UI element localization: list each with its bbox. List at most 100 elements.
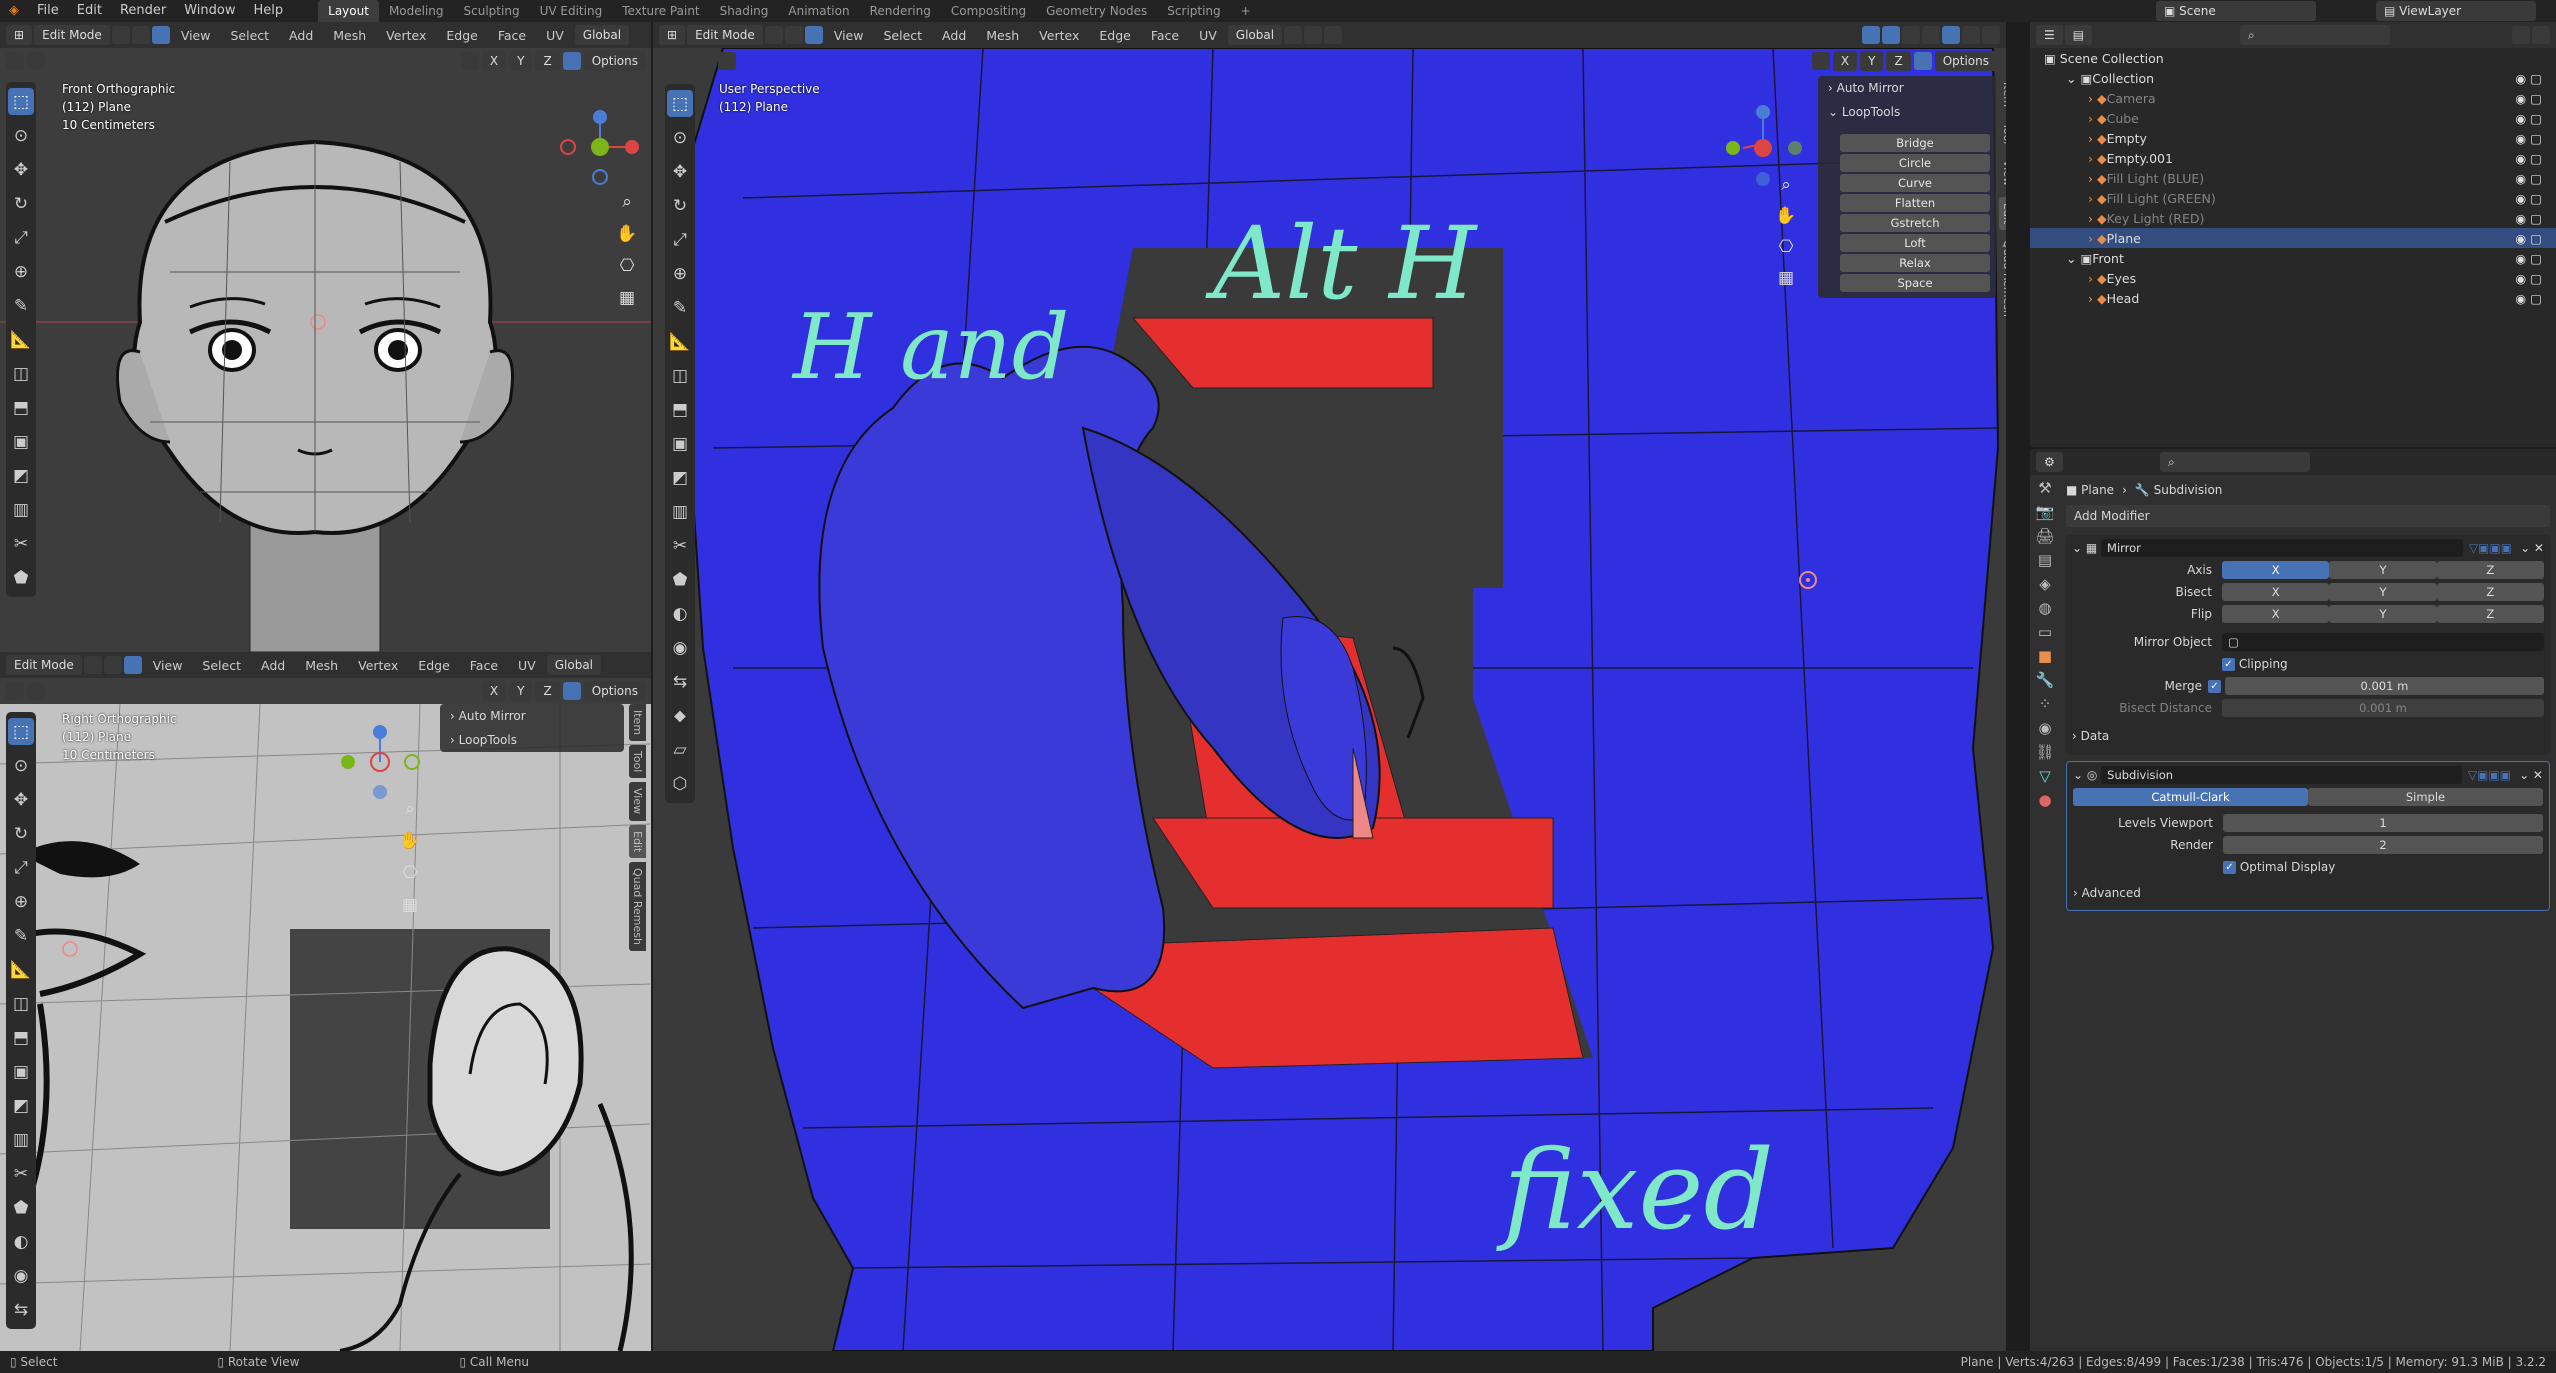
filter-icon[interactable] [2512, 26, 2530, 44]
bevel-tool-icon[interactable]: ◩ [8, 1092, 34, 1119]
scene-tab-icon[interactable]: ◈ [2039, 575, 2051, 593]
viewport-right[interactable]: Edit Mode View Select Add Mesh Vertex Ed… [0, 652, 651, 1351]
new-collection-icon[interactable] [2532, 26, 2550, 44]
menu-select[interactable]: Select [193, 658, 250, 673]
menu-view[interactable]: View [144, 658, 192, 673]
select-edge-icon[interactable] [784, 26, 803, 44]
inset-tool-icon[interactable]: ▣ [8, 1058, 34, 1085]
loop-cut-tool-icon[interactable]: ▥ [667, 498, 693, 525]
looptools-flatten-button[interactable]: Flatten [1840, 194, 1990, 212]
visibility-eye-icon[interactable]: ◉ ▢ [2515, 131, 2542, 146]
optimal-display-checkbox[interactable]: ✓ [2223, 860, 2236, 874]
measure-tool-icon[interactable]: 📐 [667, 328, 693, 355]
physics-tab-icon[interactable]: ◉ [2038, 719, 2051, 737]
edge-slide-tool-icon[interactable]: ⇆ [667, 668, 693, 695]
mirror-toggle-icon[interactable] [1811, 52, 1830, 70]
world-tab-icon[interactable]: ◍ [2038, 599, 2051, 617]
constraints-tab-icon[interactable]: ⛓ [2035, 743, 2054, 761]
cursor-tool-icon[interactable]: ⊙ [8, 122, 34, 149]
visibility-eye-icon[interactable]: ◉ ▢ [2515, 111, 2542, 126]
looptools-circle-button[interactable]: Circle [1840, 154, 1990, 172]
material-shading-icon[interactable] [1962, 26, 1980, 44]
looptools-loft-button[interactable]: Loft [1840, 234, 1990, 252]
orientation-selector[interactable]: Global [1227, 25, 1283, 45]
grid-icon[interactable]: ▦ [612, 283, 642, 313]
head-side-mesh[interactable] [0, 704, 651, 1351]
axis-x-toggle[interactable]: X [481, 681, 507, 701]
cursor-tool-icon[interactable]: ⊙ [667, 124, 693, 151]
flip-z-button[interactable]: Z [2436, 605, 2544, 623]
menu-uv[interactable]: UV [1190, 28, 1226, 43]
menu-face[interactable]: Face [1142, 28, 1188, 43]
knife-tool-icon[interactable]: ✂ [8, 1160, 34, 1187]
axis-z-toggle[interactable]: Z [535, 681, 560, 701]
poly-build-tool-icon[interactable]: ⬟ [8, 564, 34, 591]
move-tool-icon[interactable]: ✥ [667, 158, 693, 185]
workspace-tab-layout[interactable]: Layout [318, 0, 379, 22]
looptools-panel-header[interactable]: › LoopTools [440, 728, 624, 752]
mirror-object-field[interactable]: ▢ [2222, 633, 2544, 651]
camera-icon[interactable]: ⎔ [395, 858, 425, 888]
flip-x-button[interactable]: X [2222, 605, 2330, 623]
axis-x-button[interactable]: X [2222, 561, 2330, 579]
tab-quad-remesh[interactable]: Quad Remesh [629, 861, 646, 951]
smooth-tool-icon[interactable]: ◉ [8, 1262, 34, 1289]
axis-y-toggle[interactable]: Y [509, 681, 533, 701]
menu-mesh[interactable]: Mesh [977, 28, 1028, 43]
object-tab-icon[interactable]: ■ [2038, 647, 2052, 665]
proportional-edit-icon[interactable] [1324, 26, 1343, 44]
snap-icon[interactable] [562, 682, 581, 700]
outliner-row[interactable]: › ◆ Camera ◉ ▢ [2030, 88, 2556, 108]
rendered-shading-icon[interactable] [1982, 26, 2000, 44]
add-cube-tool-icon[interactable]: ◫ [8, 990, 34, 1017]
zoom-icon[interactable]: ⌕ [1771, 170, 1801, 200]
tab-view[interactable]: View [629, 782, 646, 821]
workspace-tab-animation[interactable]: Animation [778, 0, 859, 22]
loop-cut-tool-icon[interactable]: ▥ [8, 1126, 34, 1153]
select-vertex-icon[interactable] [83, 656, 102, 674]
bisect-z-button[interactable]: Z [2436, 583, 2544, 601]
poly-build-tool-icon[interactable]: ⬟ [8, 1194, 34, 1221]
options-button[interactable]: Options [583, 681, 646, 701]
rip-tool-icon[interactable]: ⬡ [667, 770, 693, 797]
select-edge-icon[interactable] [103, 656, 122, 674]
outliner-row[interactable]: › ◆ Empty ◉ ▢ [2030, 128, 2556, 148]
visibility-eye-icon[interactable]: ◉ ▢ [2515, 151, 2542, 166]
menu-edge[interactable]: Edge [1090, 28, 1139, 43]
menu-add[interactable]: Add [252, 658, 294, 673]
add-cube-tool-icon[interactable]: ◫ [667, 362, 693, 389]
looptools-curve-button[interactable]: Curve [1840, 174, 1990, 192]
camera-icon[interactable]: ⎔ [612, 251, 642, 281]
rotate-tool-icon[interactable]: ↻ [667, 192, 693, 219]
select-box-tool-icon[interactable]: ⬚ [8, 88, 34, 115]
mirror-header[interactable]: ⌄ ▦ Mirror ▽▣▣▣ ⌄ ✕ [2072, 537, 2544, 559]
visibility-eye-icon[interactable]: ◉ ▢ [2515, 231, 2542, 246]
move-tool-icon[interactable]: ✥ [8, 156, 34, 183]
head-front-mesh[interactable] [0, 22, 651, 652]
menu-vertex[interactable]: Vertex [1030, 28, 1088, 43]
editor-type-icon[interactable]: ☰ [2036, 25, 2063, 45]
menu-vertex[interactable]: Vertex [349, 658, 407, 673]
outliner-row[interactable]: ⌄ ▣ Front ◉ ▢ [2030, 248, 2556, 268]
add-cube-tool-icon[interactable]: ◫ [8, 360, 34, 387]
menu-mesh[interactable]: Mesh [296, 658, 347, 673]
menu-face[interactable]: Face [461, 658, 507, 673]
solid-shading-icon[interactable] [1942, 26, 1960, 44]
visibility-eye-icon[interactable]: ◉ ▢ [2515, 171, 2542, 186]
move-tool-icon[interactable]: ✥ [8, 786, 34, 813]
workspace-tab-shading[interactable]: Shading [710, 0, 779, 22]
grid-icon[interactable]: ▦ [1771, 263, 1801, 293]
axis-y-toggle[interactable]: Y [1860, 51, 1884, 71]
overlay-icon[interactable] [27, 682, 45, 700]
extrude-tool-icon[interactable]: ⬒ [667, 396, 693, 423]
looptools-space-button[interactable]: Space [1840, 274, 1990, 292]
tool-tab-icon[interactable]: ⚒ [2038, 479, 2051, 497]
modifier-tab-icon[interactable]: 🔧 [2036, 671, 2055, 689]
menu-help[interactable]: Help [245, 0, 293, 22]
wireframe-shading-icon[interactable] [1922, 26, 1940, 44]
automirror-panel-header[interactable]: › Auto Mirror [1818, 76, 1996, 100]
viewport-main[interactable]: ⊞ Edit Mode View Select Add Mesh Vertex … [653, 22, 2006, 1351]
knife-tool-icon[interactable]: ✂ [8, 530, 34, 557]
automirror-panel-header[interactable]: › Auto Mirror [440, 704, 624, 728]
inset-tool-icon[interactable]: ▣ [8, 428, 34, 455]
